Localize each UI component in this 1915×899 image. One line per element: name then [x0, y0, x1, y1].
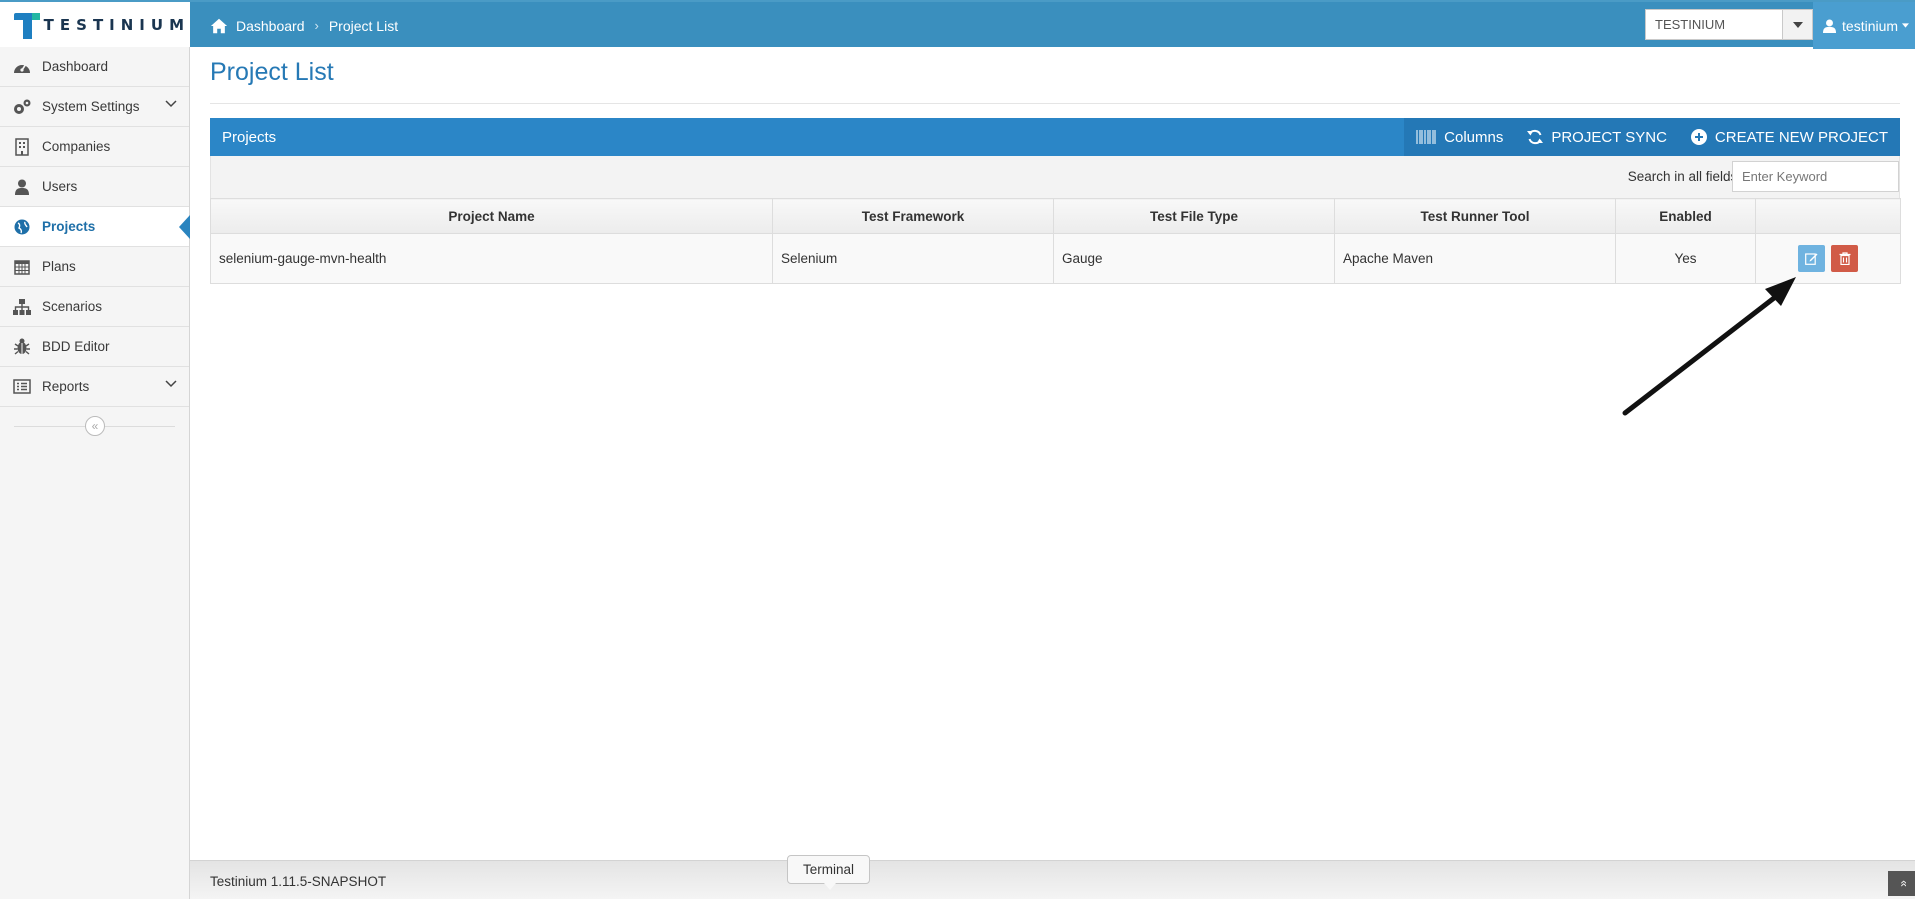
chevron-down-icon	[165, 380, 177, 388]
breadcrumb-separator-icon: ›	[314, 18, 319, 33]
page-title: Project List	[210, 58, 334, 86]
columns-button-label: Columns	[1444, 128, 1504, 146]
columns-icon	[1416, 130, 1436, 144]
sidebar-item-system-settings[interactable]: System Settings	[0, 87, 189, 127]
sidebar-item-label: Companies	[42, 139, 111, 154]
sidebar-item-label: System Settings	[42, 99, 140, 114]
sidebar-item-dashboard[interactable]: Dashboard	[0, 47, 189, 87]
delete-project-button[interactable]	[1831, 245, 1858, 272]
bug-icon	[12, 337, 32, 357]
sidebar-item-projects[interactable]: Projects	[0, 207, 190, 247]
cogs-icon	[12, 97, 32, 117]
cell-test-framework: Selenium	[772, 233, 1054, 284]
sidebar-collapse-row: «	[0, 407, 189, 445]
sidebar-item-users[interactable]: Users	[0, 167, 189, 207]
tachometer-icon	[12, 57, 32, 77]
create-new-project-button[interactable]: CREATE NEW PROJECT	[1679, 118, 1900, 156]
sidebar-item-label: Dashboard	[42, 59, 109, 74]
chevron-down-icon	[165, 100, 177, 108]
user-name: testinium	[1842, 17, 1899, 34]
sidebar-item-bdd-editor[interactable]: BDD Editor	[0, 327, 189, 367]
edit-project-button[interactable]	[1798, 245, 1825, 272]
annotation-arrow-icon	[1622, 277, 1796, 416]
table-header-row: Project Name Test Framework Test File Ty…	[210, 198, 1901, 234]
breadcrumb: Dashboard › Project List	[210, 2, 398, 49]
chevron-down-icon[interactable]	[1782, 10, 1812, 39]
footer: Testinium 1.11.5-SNAPSHOT Terminal »	[190, 855, 1915, 899]
divider	[210, 103, 1900, 104]
user-icon	[12, 177, 32, 197]
app-version: Testinium 1.11.5-SNAPSHOT	[210, 874, 387, 889]
sidebar-item-label: Plans	[42, 259, 76, 274]
sidebar-item-label: Scenarios	[42, 299, 103, 314]
column-header-test-framework[interactable]: Test Framework	[772, 198, 1054, 234]
scroll-to-top-icon[interactable]: »	[1888, 871, 1915, 896]
trash-icon	[1839, 252, 1850, 265]
column-header-test-runner-tool[interactable]: Test Runner Tool	[1334, 198, 1616, 234]
double-chevron-left-icon[interactable]: «	[85, 416, 105, 436]
brand-name: TESTINIUM	[43, 16, 190, 34]
sidebar-item-label: Users	[42, 179, 78, 194]
sidebar-item-reports[interactable]: Reports	[0, 367, 189, 407]
sitemap-icon	[12, 297, 32, 317]
breadcrumb-current: Project List	[328, 17, 399, 34]
home-icon	[210, 18, 228, 33]
brand-logo[interactable]: TESTINIUM	[0, 2, 190, 49]
edit-icon	[1805, 253, 1818, 265]
user-menu[interactable]: testinium	[1813, 2, 1915, 49]
search-label: Search in all fields:	[1627, 169, 1741, 184]
sidebar-item-label: BDD Editor	[42, 339, 110, 354]
top-navbar: TESTINIUM Dashboard › Project List TESTI…	[0, 0, 1915, 49]
sidebar: Dashboard System Settings Companies User…	[0, 47, 190, 899]
create-new-project-label: CREATE NEW PROJECT	[1714, 128, 1888, 146]
panel-actions: Columns PROJECT SYNC CREATE NEW PROJECT	[1404, 118, 1900, 156]
sidebar-item-plans[interactable]: Plans	[0, 247, 189, 287]
caret-down-icon	[1902, 23, 1909, 28]
terminal-button[interactable]: Terminal	[787, 855, 870, 890]
panel-title: Projects	[222, 128, 277, 146]
breadcrumb-dashboard-link[interactable]: Dashboard	[236, 18, 305, 34]
project-sync-label: PROJECT SYNC	[1551, 128, 1667, 146]
building-icon	[12, 137, 32, 157]
list-alt-icon	[12, 377, 32, 397]
cell-test-file-type: Gauge	[1053, 233, 1335, 284]
projects-panel-header: Projects Columns PROJECT SYNC CREATE NEW…	[210, 118, 1900, 156]
sidebar-item-label: Reports	[42, 379, 90, 394]
plus-circle-icon	[1690, 129, 1707, 145]
testinium-logo-icon	[14, 11, 40, 39]
column-header-test-file-type[interactable]: Test File Type	[1053, 198, 1335, 234]
column-header-enabled[interactable]: Enabled	[1615, 198, 1756, 234]
cell-test-runner-tool: Apache Maven	[1334, 233, 1616, 284]
sidebar-item-companies[interactable]: Companies	[0, 127, 189, 167]
sidebar-item-label: Projects	[42, 219, 96, 234]
globe-icon	[12, 217, 32, 237]
cell-project-name: selenium-gauge-mvn-health	[210, 233, 773, 284]
column-header-actions	[1755, 198, 1901, 234]
user-icon	[1823, 18, 1837, 33]
columns-button[interactable]: Columns	[1404, 118, 1515, 156]
company-select[interactable]: TESTINIUM	[1645, 9, 1813, 40]
sidebar-item-scenarios[interactable]: Scenarios	[0, 287, 189, 327]
calendar-icon	[12, 257, 32, 277]
column-header-project-name[interactable]: Project Name	[210, 198, 773, 234]
company-select-value: TESTINIUM	[1655, 17, 1726, 32]
terminal-label: Terminal	[802, 862, 854, 877]
refresh-icon	[1527, 129, 1544, 145]
search-bar: Search in all fields:	[210, 156, 1900, 198]
project-sync-button[interactable]: PROJECT SYNC	[1515, 118, 1679, 156]
search-input[interactable]	[1732, 161, 1899, 192]
